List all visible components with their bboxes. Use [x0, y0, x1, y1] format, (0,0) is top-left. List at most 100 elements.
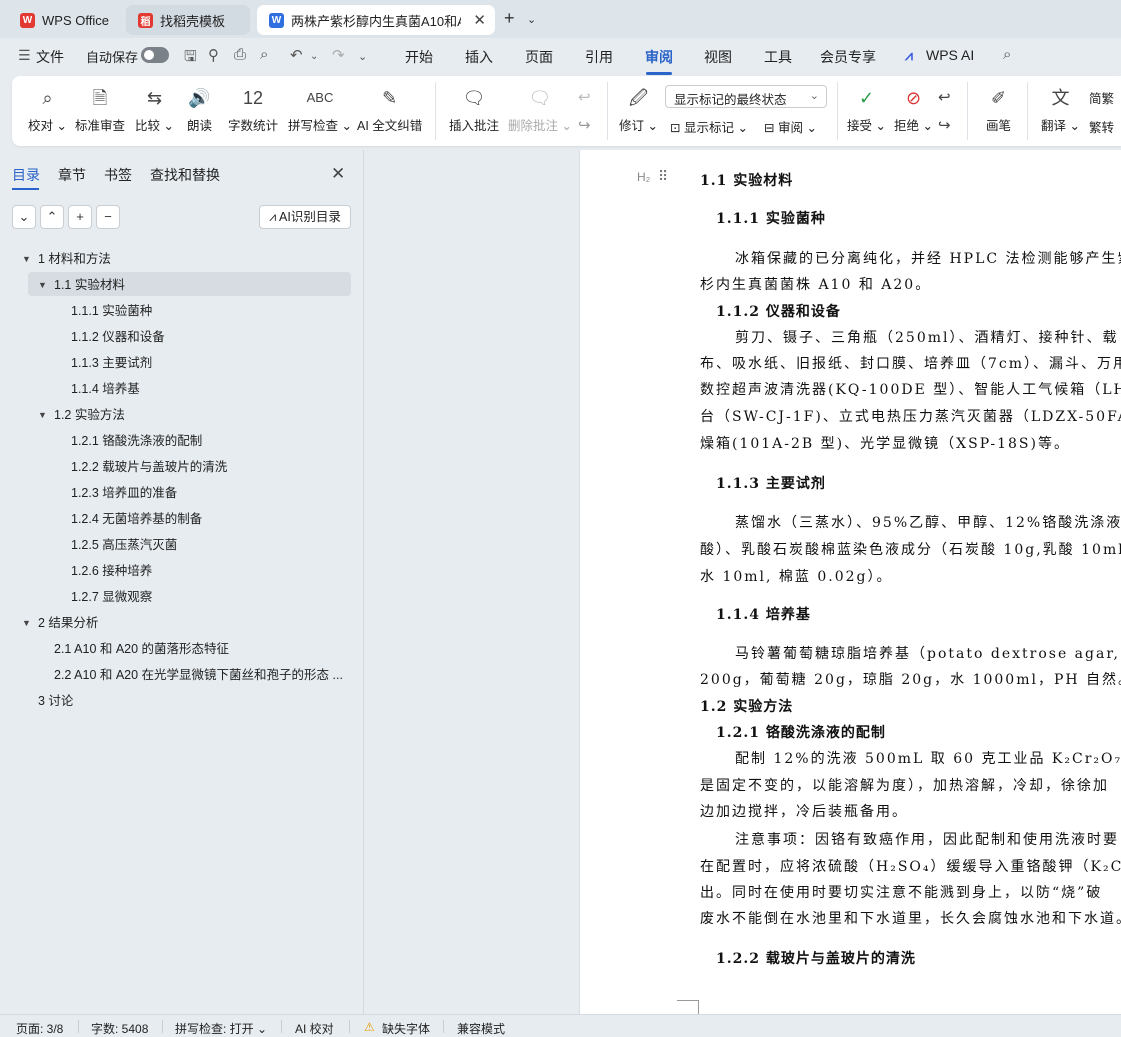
print-preview-icon[interactable]: ⌕ — [260, 46, 268, 63]
toc-item[interactable]: ▼ 1 材料和方法 — [0, 246, 350, 270]
undo-menu-icon[interactable]: ⌄ — [310, 51, 318, 62]
page-indicator[interactable]: 页面: 3/8 — [16, 1020, 63, 1037]
tab-template[interactable]: 稻 找稻壳模板 — [126, 5, 250, 35]
spell-check-button[interactable]: ABC 拼写检查 ⌄ — [288, 84, 352, 134]
compare-button[interactable]: ⇆ 比较 ⌄ — [135, 84, 174, 134]
menu-view[interactable]: 视图 — [704, 47, 732, 67]
ribbon-label: 字数统计 — [228, 119, 279, 133]
search-icon[interactable]: ⌕ — [1003, 46, 1011, 63]
tab-label: 找稻壳模板 — [160, 13, 226, 29]
toc-item[interactable]: 1.2.5 高压蒸汽灭菌 — [0, 532, 350, 556]
tab-bookmarks[interactable]: 书签 — [104, 165, 132, 185]
toc-item[interactable]: 1.1.4 培养基 — [0, 376, 350, 400]
tab-find-replace[interactable]: 查找和替换 — [150, 165, 220, 185]
close-pane-icon[interactable]: ✕ — [331, 164, 345, 184]
save-icon[interactable]: 🖫 — [184, 46, 197, 71]
toc-item-label: 1.1.2 仪器和设备 — [71, 330, 165, 344]
word-count[interactable]: 字数: 5408 — [91, 1020, 148, 1037]
show-markup-button[interactable]: ⊡ 显示标记 ⌄ — [670, 117, 748, 136]
autosave-toggle[interactable] — [141, 47, 169, 63]
toc-item[interactable]: 1.2.7 显微观察 — [0, 584, 350, 608]
menu-tools[interactable]: 工具 — [764, 47, 792, 67]
track-changes-button[interactable]: 🖉 修订 ⌄ — [619, 84, 658, 134]
toc-item[interactable]: 2.1 A10 和 A20 的菌落形态特征 — [0, 636, 350, 660]
proofread-button[interactable]: ⌕ 校对 ⌄ — [28, 84, 67, 134]
menu-member[interactable]: 会员专享 — [820, 47, 876, 67]
reject-icon: ⊘ — [905, 88, 922, 108]
chevron-down-icon[interactable]: ⌄ — [527, 13, 536, 26]
toc-item[interactable]: 1.2.3 培养皿的准备 — [0, 480, 350, 504]
collapse-all-button[interactable]: ⌄ — [12, 205, 36, 229]
translate-button[interactable]: 文翻译 ⌄ — [1041, 84, 1080, 134]
toc-item[interactable]: 2.2 A10 和 A20 在光学显微镜下菌丝和孢子的形态 ... — [0, 662, 350, 686]
toc-item[interactable]: 1.1.2 仪器和设备 — [0, 324, 350, 348]
missing-font-status[interactable]: 缺失字体 — [382, 1020, 430, 1037]
trad-to-simp-button[interactable]: 繁转 — [1089, 117, 1114, 136]
expand-arrow-icon[interactable]: ▼ — [38, 402, 47, 426]
expand-arrow-icon[interactable]: ▼ — [38, 272, 47, 296]
ai-proofread-status[interactable]: AI 校对 — [295, 1020, 334, 1037]
share-link-icon[interactable]: ⚲ — [208, 46, 219, 64]
remove-heading-button[interactable]: − — [96, 205, 120, 229]
toc-item[interactable]: 1.2.6 接种培养 — [0, 558, 350, 582]
undo-icon[interactable]: ↶ — [290, 46, 303, 64]
read-aloud-button[interactable]: 🔊 朗读 — [187, 84, 212, 134]
toc-item[interactable]: ▼ 2 结果分析 — [0, 610, 350, 634]
print-icon[interactable]: ⎙ — [234, 46, 246, 63]
toc-item[interactable]: 1.2.2 载玻片与盖玻片的清洗 — [0, 454, 350, 478]
doc-paragraph-line: 200g，葡萄糖 20g，琼脂 20g，水 1000ml，PH 自然。 — [700, 672, 1121, 688]
delete-comment-button[interactable]: 🗨 删除批注 ⌄ — [508, 84, 572, 134]
word-count-button[interactable]: 12 字数统计 — [228, 84, 278, 134]
ai-correct-button[interactable]: ✎ AI 全文纠错 — [357, 84, 422, 134]
drag-handle-icon[interactable]: ⠿ — [658, 168, 668, 185]
expand-arrow-icon[interactable]: ▼ — [22, 246, 31, 270]
toc-item[interactable]: 1.2.1 铬酸洗涤液的配制 — [0, 428, 350, 452]
tab-toc[interactable]: 目录 — [12, 165, 40, 185]
toc-item-label: 1.2.1 铬酸洗涤液的配制 — [71, 434, 203, 448]
menu-file[interactable]: 文件 — [36, 47, 64, 67]
toc-item[interactable]: 1.1.1 实验菌种 — [0, 298, 350, 322]
previous-comment-icon[interactable]: ↩ — [578, 88, 591, 106]
tab-wps-office[interactable]: W WPS Office — [8, 5, 120, 35]
hamburger-icon[interactable]: ☰ — [18, 47, 31, 64]
new-tab-icon[interactable]: + — [504, 8, 515, 29]
toc-item[interactable]: ▼ 1.2 实验方法 — [0, 402, 350, 426]
next-comment-icon[interactable]: ↪ — [578, 116, 591, 134]
document-page[interactable]: H₂ ⠿ 1.1 实验材料 1.1.1 实验菌种 冰箱保藏的已分离纯化，并经 HPL… — [579, 150, 1121, 1014]
accept-button[interactable]: ✓ 接受 ⌄ — [847, 84, 886, 134]
menu-review[interactable]: 审阅 — [645, 47, 673, 75]
tab-chapters[interactable]: 章节 — [58, 165, 86, 185]
ribbon-divider — [967, 82, 968, 140]
toc-item[interactable]: 1.1.3 主要试剂 — [0, 350, 350, 374]
add-heading-button[interactable]: + — [68, 205, 92, 229]
toc-item[interactable]: 3 讨论 — [0, 688, 350, 712]
redo-icon[interactable]: ↷ — [332, 46, 345, 64]
menu-wps-ai[interactable]: WPS AI — [926, 47, 974, 63]
pen-button[interactable]: ✐ 画笔 — [986, 84, 1011, 134]
simp-to-trad-button[interactable]: 简繁 — [1089, 88, 1114, 107]
status-divider — [443, 1020, 444, 1033]
menu-page[interactable]: 页面 — [525, 47, 553, 67]
standard-review-button[interactable]: 🗎 标准审查 — [75, 84, 125, 134]
markup-display-select[interactable]: 显示标记的最终状态 ⌄ — [665, 85, 827, 108]
quick-access-menu-icon[interactable]: ⌄ — [358, 50, 367, 63]
move-up-button[interactable]: ⌃ — [40, 205, 64, 229]
reject-button[interactable]: ⊘ 拒绝 ⌄ — [894, 84, 933, 134]
toc-item[interactable]: 1.2.4 无菌培养基的制备 — [0, 506, 350, 530]
review-pane-button[interactable]: ⊟ 审阅 ⌄ — [764, 117, 817, 136]
ribbon-label: 修订 — [619, 119, 645, 133]
doc-paragraph-line: 是固定不变的，以能溶解为度），加热溶解，冷却，徐徐加 — [700, 778, 1109, 794]
menu-insert[interactable]: 插入 — [465, 47, 493, 67]
ribbon-label: AI 全文纠错 — [357, 119, 423, 133]
spell-check-status[interactable]: 拼写检查: 打开 ⌄ — [175, 1020, 267, 1037]
previous-change-icon[interactable]: ↩ — [938, 88, 951, 106]
toc-item[interactable]: ▼ 1.1 实验材料 — [28, 272, 351, 296]
expand-arrow-icon[interactable]: ▼ — [22, 610, 31, 634]
insert-comment-button[interactable]: 🗨 插入批注 — [449, 84, 499, 134]
menu-home[interactable]: 开始 — [405, 47, 433, 67]
next-change-icon[interactable]: ↪ — [938, 116, 951, 134]
close-tab-icon[interactable]: ✕ — [473, 11, 486, 29]
ai-toc-button[interactable]: ⩘ AI识别目录 — [259, 205, 351, 229]
tab-document[interactable]: W 两株产紫杉醇内生真菌A10和A ✕ — [257, 5, 495, 35]
menu-references[interactable]: 引用 — [585, 47, 613, 67]
